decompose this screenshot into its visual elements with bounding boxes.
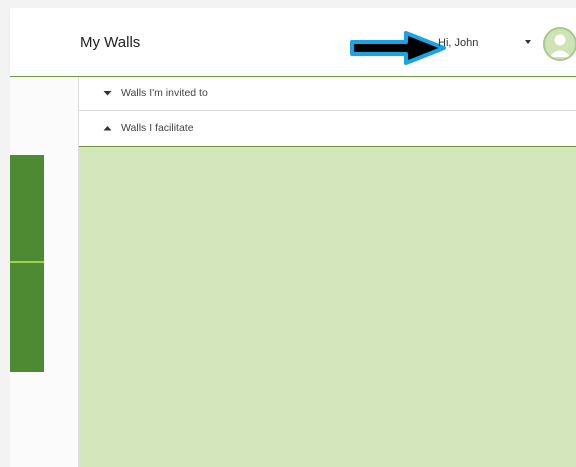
- left-sidebar: [10, 77, 79, 467]
- section-label: Walls I'm invited to: [121, 87, 208, 99]
- page-title: My Walls: [80, 34, 141, 51]
- caret-down-icon[interactable]: [523, 37, 533, 47]
- arrow-right-icon: [350, 31, 446, 65]
- top-bar: My Walls Hi, John: [10, 8, 576, 77]
- section-walls-facilitate[interactable]: Walls I facilitate: [79, 111, 576, 147]
- user-avatar-icon: [549, 34, 571, 57]
- user-greeting: Hi, John: [438, 37, 479, 49]
- section-walls-invited[interactable]: Walls I'm invited to: [79, 77, 576, 111]
- section-label: Walls I facilitate: [121, 122, 194, 134]
- user-avatar[interactable]: [543, 27, 576, 61]
- caret-up-icon: [103, 126, 112, 131]
- sidebar-tab-lower[interactable]: [10, 263, 44, 372]
- caret-down-icon: [103, 91, 112, 96]
- walls-content: Walls I'm invited to Walls I facilitate: [79, 77, 576, 467]
- sidebar-tab-upper[interactable]: [10, 155, 44, 261]
